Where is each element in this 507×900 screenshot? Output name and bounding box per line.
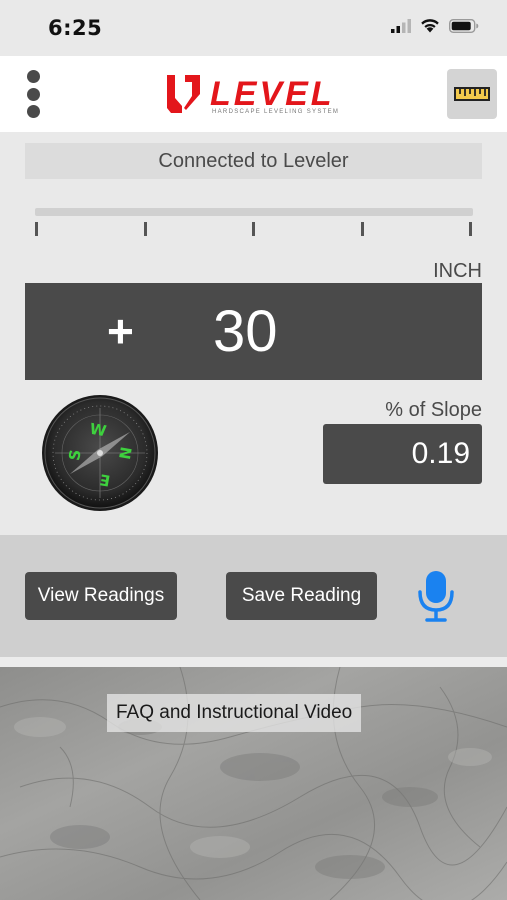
vertical-dots-icon [26,70,40,83]
cellular-signal-icon [391,18,411,33]
faq-video-panel[interactable]: FAQ and Instructional Video [0,667,507,900]
action-strip: View Readings Save Reading [0,535,507,657]
level-tick [252,222,255,236]
save-reading-button[interactable]: Save Reading [226,572,377,620]
level-tick [144,222,147,236]
level-logo: LEVEL HARDSCAPE LEVELING SYSTEM [167,75,339,115]
menu-dot [26,87,40,101]
microphone-button[interactable] [414,569,458,623]
view-readings-button[interactable]: View Readings [25,572,177,620]
ruler-icon [454,87,490,101]
connection-status: Connected to Leveler [25,143,482,179]
menu-button[interactable] [22,70,44,118]
menu-dot [26,105,40,118]
app-header: LEVEL HARDSCAPE LEVELING SYSTEM [0,56,507,132]
slope-label: % of Slope [385,399,482,421]
reading-sign: + [107,305,134,357]
level-tick [469,222,472,236]
logo-mark [167,75,200,113]
reading-display: + 30 [25,283,482,380]
battery-icon [449,18,479,33]
faq-video-link[interactable]: FAQ and Instructional Video [107,694,362,732]
divider [0,657,507,667]
reading-value: 30 [213,299,278,364]
level-tick [35,222,38,236]
logo-text: LEVEL [210,75,335,113]
level-tick [361,222,364,236]
level-track [35,208,473,216]
ruler-button[interactable] [447,69,497,119]
status-bar: 6:25 [0,0,507,56]
unit-label: INCH [433,260,482,282]
status-time: 6:25 [48,16,103,40]
status-icons [391,18,479,33]
slope-value: 0.19 [323,424,482,484]
wifi-icon [421,19,439,33]
microphone-icon [418,571,454,622]
logo-tagline: HARDSCAPE LEVELING SYSTEM [212,109,339,115]
compass-icon: W N E S [42,395,158,511]
